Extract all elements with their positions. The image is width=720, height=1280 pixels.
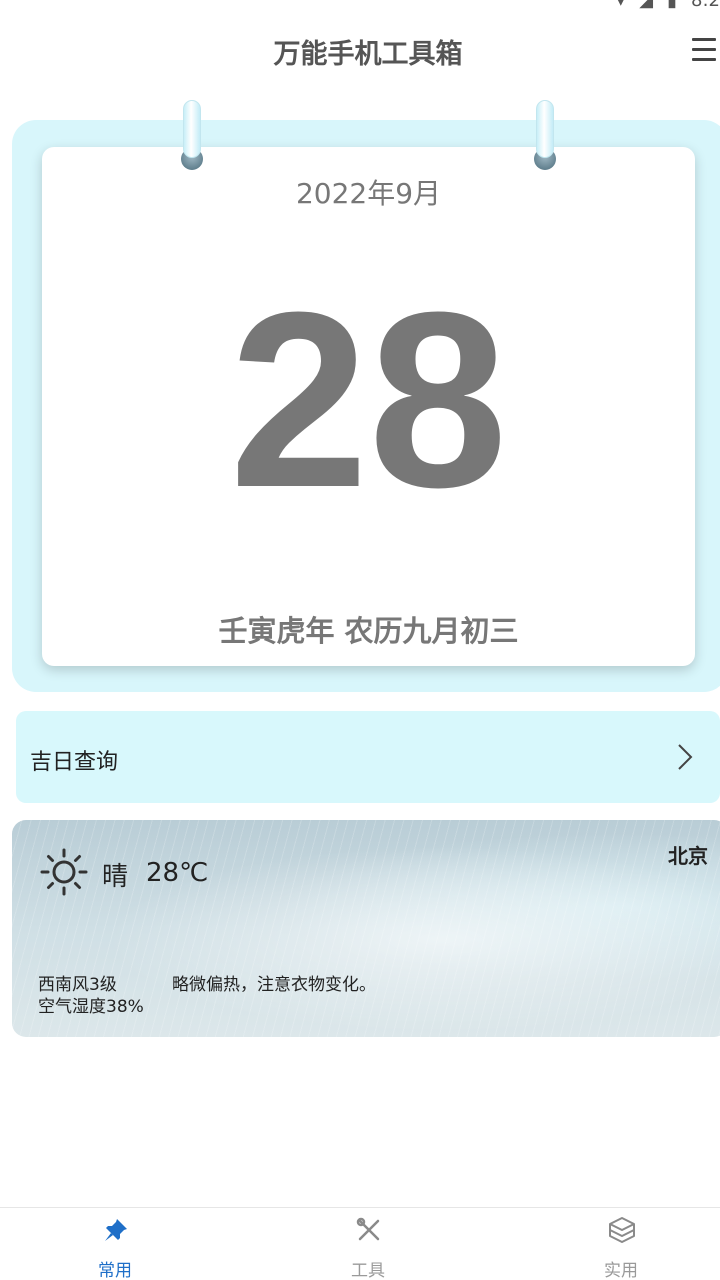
weather-advice: 略微偏热，注意衣物变化。 [172, 975, 376, 995]
weather-city: 北京 [668, 844, 708, 868]
weather-temperature: 28℃ [146, 858, 209, 888]
tab-tools-label: 工具 [351, 1261, 385, 1280]
calendar-lunar-date: 壬寅虎年 农历九月初三 [218, 614, 519, 648]
weather-condition: 晴 [102, 862, 129, 892]
page-title: 万能手机工具箱 [273, 39, 463, 70]
calendar-month: 2022年9月 [295, 177, 442, 210]
weather-card[interactable]: 晴 28℃ 北京 西南风3级 空气湿度38% 略微偏热，注意衣物变化。 [12, 820, 720, 1037]
tab-common[interactable]: 常用 [55, 1208, 175, 1280]
chevron-right-icon [678, 744, 693, 770]
bottom-navigation: 常用 工具 实用 [0, 1207, 720, 1280]
status-time: 8:2 [691, 0, 720, 11]
tools-icon [356, 1217, 380, 1241]
tab-tools[interactable]: 工具 [308, 1208, 428, 1280]
status-bar: ▾ ◢ ▮ 8:2 [0, 0, 720, 14]
app-header: 万能手机工具箱 [0, 22, 720, 82]
calendar-ring-right-icon [534, 100, 556, 172]
hamburger-menu-icon[interactable] [692, 38, 718, 64]
calendar-ring-left-icon [181, 100, 203, 172]
lucky-day-label: 吉日查询 [30, 750, 119, 775]
signal-icon: ◢ [639, 0, 654, 11]
app-screen: ▾ ◢ ▮ 8:2 万能手机工具箱 2022年9月 28 壬寅虎年 农历九月初三… [0, 0, 720, 1280]
calendar-day: 28 [229, 260, 508, 539]
wifi-icon: ▾ [616, 0, 626, 11]
weather-humidity: 空气湿度38% [38, 997, 144, 1017]
tab-practical-label: 实用 [604, 1261, 638, 1280]
pin-icon [105, 1219, 127, 1241]
sun-icon [40, 848, 88, 896]
status-icons: ▾ ◢ ▮ 8:2 [616, 0, 720, 11]
battery-icon: ▮ [667, 0, 678, 11]
tab-common-label: 常用 [98, 1261, 132, 1280]
tab-practical[interactable]: 实用 [561, 1208, 681, 1280]
lucky-day-query-button[interactable]: 吉日查询 [16, 711, 720, 803]
cube-icon [609, 1217, 635, 1243]
